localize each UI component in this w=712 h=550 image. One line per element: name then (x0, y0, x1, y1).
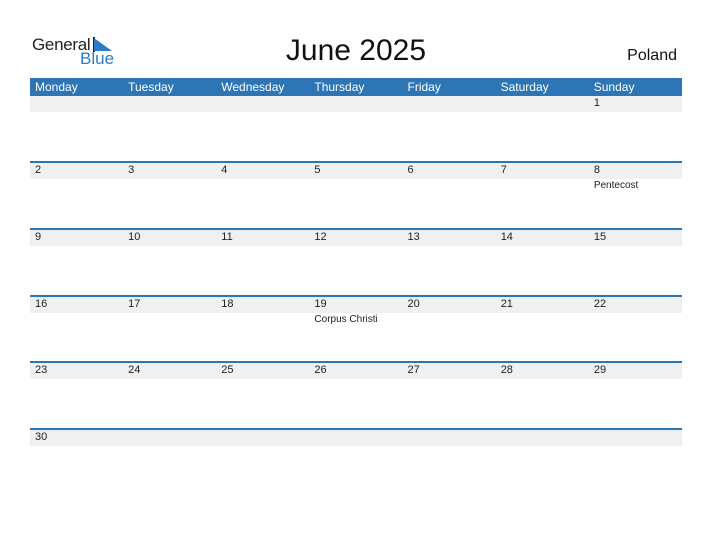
day-number: 18 (221, 298, 234, 310)
day-cell: 2 (30, 163, 123, 230)
day-number: 5 (314, 164, 321, 176)
day-cell (216, 430, 309, 497)
day-cell (496, 96, 589, 163)
day-cell: 5 (309, 163, 402, 230)
day-cell (309, 430, 402, 497)
holiday-label: Pentecost (593, 180, 639, 191)
week-row: 30 (30, 428, 682, 497)
day-number: 3 (128, 164, 135, 176)
holiday-label: Corpus Christi (314, 314, 378, 325)
day-cell: 18 (216, 297, 309, 364)
day-number: 21 (500, 298, 513, 310)
day-number: 29 (593, 364, 607, 376)
day-cell: 17 (123, 297, 216, 364)
day-cell (589, 430, 682, 497)
day-number: 15 (593, 231, 607, 243)
page-title: June 2025 (285, 34, 427, 67)
week-row: 23 24 25 26 27 28 29 (30, 361, 682, 430)
day-number: 8 (593, 164, 600, 176)
day-cell (30, 96, 123, 163)
day-number: 17 (128, 298, 141, 310)
weekday-thursday: Thursday (314, 80, 365, 94)
day-number: 25 (221, 364, 234, 376)
day-number: 28 (500, 364, 513, 376)
day-cell: 14 (496, 230, 589, 297)
weekday-tuesday: Tuesday (128, 80, 174, 94)
day-number: 22 (593, 298, 607, 310)
day-number: 6 (407, 164, 414, 176)
day-cell: 25 (216, 363, 309, 430)
day-cell (123, 430, 216, 497)
day-cell: 8 Pentecost (589, 163, 682, 230)
day-cell: 26 (309, 363, 402, 430)
day-cell (123, 96, 216, 163)
day-cell: 1 (589, 96, 682, 163)
weekday-wednesday: Wednesday (221, 80, 285, 94)
day-cell: 16 (30, 297, 123, 364)
day-number: 14 (500, 231, 513, 243)
day-cell: 9 (30, 230, 123, 297)
day-cell: 27 (403, 363, 496, 430)
day-cell: 19 Corpus Christi (309, 297, 402, 364)
day-cell: 4 (216, 163, 309, 230)
day-number: 30 (35, 431, 48, 443)
weekday-friday: Friday (407, 80, 441, 94)
day-number: 24 (128, 364, 141, 376)
day-number: 11 (221, 231, 233, 243)
day-cell (496, 430, 589, 497)
day-cell (403, 430, 496, 497)
day-cell: 29 (589, 363, 682, 430)
day-number: 20 (407, 298, 420, 310)
day-cell (309, 96, 402, 163)
weekday-sunday: Sunday (593, 80, 635, 94)
country-label: Poland (627, 47, 677, 64)
day-cell: 7 (496, 163, 589, 230)
day-cell: 28 (496, 363, 589, 430)
day-number: 13 (407, 231, 420, 243)
day-cell (403, 96, 496, 163)
day-number: 16 (35, 298, 48, 310)
day-number: 1 (593, 97, 600, 109)
weekday-monday: Monday (35, 80, 78, 94)
day-number: 27 (407, 364, 420, 376)
day-number: 19 (314, 298, 327, 310)
day-number: 7 (500, 164, 507, 176)
day-cell: 6 (403, 163, 496, 230)
day-number: 2 (35, 164, 42, 176)
day-number: 9 (35, 231, 42, 243)
day-cell: 13 (403, 230, 496, 297)
week-row: 2 3 4 5 6 7 8 Pentecost (30, 161, 682, 230)
day-number: 23 (35, 364, 48, 376)
day-number: 26 (314, 364, 327, 376)
day-cell: 3 (123, 163, 216, 230)
day-cell: 15 (589, 230, 682, 297)
day-number: 12 (314, 231, 327, 243)
day-cell: 30 (30, 430, 123, 497)
week-row: 9 10 11 12 13 14 15 (30, 228, 682, 297)
day-cell: 11 (216, 230, 309, 297)
day-cell: 21 (496, 297, 589, 364)
day-cell: 12 (309, 230, 402, 297)
day-cell: 10 (123, 230, 216, 297)
day-number: 4 (221, 164, 228, 176)
day-cell: 23 (30, 363, 123, 430)
day-cell (216, 96, 309, 163)
weekday-saturday: Saturday (500, 80, 549, 94)
day-cell: 24 (123, 363, 216, 430)
weekday-header: Monday Tuesday Wednesday Thursday Friday… (30, 78, 682, 96)
week-row: 1 (30, 96, 682, 163)
day-number: 10 (128, 231, 141, 243)
day-cell: 22 (589, 297, 682, 364)
day-cell: 20 (403, 297, 496, 364)
week-row: 16 17 18 19 Corpus Christi 20 21 22 (30, 295, 682, 364)
